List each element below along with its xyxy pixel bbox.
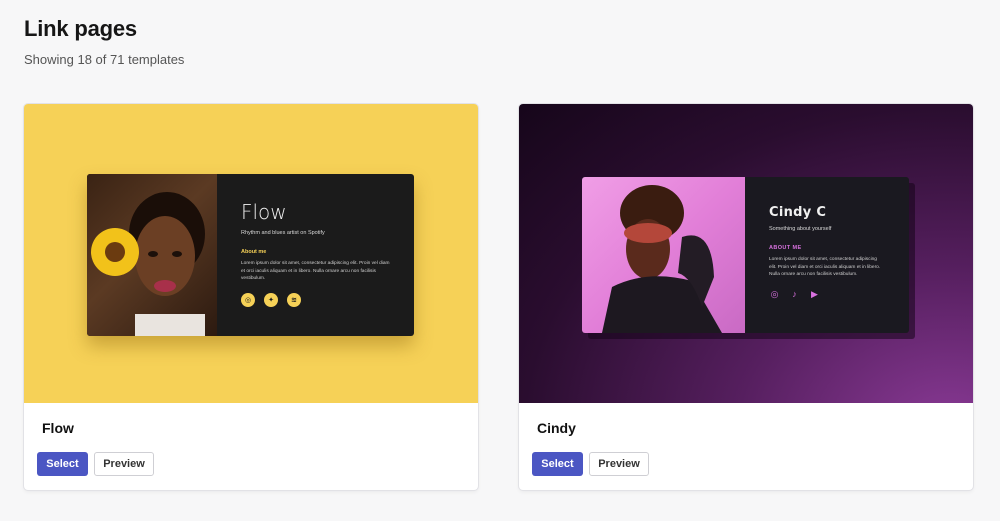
mock-body-text: Lorem ipsum dolor sit amet, consectetur …: [769, 257, 881, 278]
preview-mock-content: Cindy C Something about yourself ABOUT M…: [745, 177, 909, 333]
mock-social-icons: ◎ ✦ ≋: [241, 292, 390, 307]
results-count: Showing 18 of 71 templates: [24, 52, 185, 67]
mock-title: Cindy C: [769, 205, 827, 220]
portrait-illustration: [602, 185, 722, 333]
twitter-icon: ✦: [264, 292, 278, 307]
template-name: Cindy: [537, 420, 576, 436]
mock-tagline: Something about yourself: [769, 226, 832, 232]
portrait-illustration: [91, 192, 205, 336]
page-title: Link pages: [24, 16, 137, 41]
preview-mock-card: Flow Rhythm and blues artist on Spotify …: [87, 174, 414, 336]
page-header: Link pages Showing 18 of 71 templates: [24, 16, 184, 67]
select-button[interactable]: Select: [532, 452, 583, 476]
instagram-icon: ◎: [770, 288, 779, 299]
mock-section-heading: ABOUT ME: [769, 245, 802, 251]
instagram-icon: ◎: [241, 292, 255, 307]
template-card-cindy[interactable]: Cindy C Something about yourself ABOUT M…: [519, 104, 973, 490]
mock-social-icons: ◎ ♪ ▶: [769, 289, 885, 300]
portrait-photo: [582, 177, 745, 333]
youtube-icon: ▶: [811, 288, 818, 299]
tiktok-icon: ♪: [792, 289, 797, 300]
template-card-flow[interactable]: Flow Rhythm and blues artist on Spotify …: [24, 104, 478, 490]
preview-mock-content: Flow Rhythm and blues artist on Spotify …: [217, 174, 414, 336]
template-name: Flow: [42, 420, 74, 436]
template-thumbnail[interactable]: Cindy C Something about yourself ABOUT M…: [519, 104, 973, 403]
portrait-photo: [87, 174, 217, 336]
mock-title: Flow: [241, 200, 287, 224]
preview-button[interactable]: Preview: [589, 452, 649, 476]
preview-mock-card: Cindy C Something about yourself ABOUT M…: [582, 177, 909, 333]
template-thumbnail[interactable]: Flow Rhythm and blues artist on Spotify …: [24, 104, 478, 403]
spotify-icon: ≋: [287, 292, 301, 307]
mock-body-text: Lorem ipsum dolor sit amet, consectetur …: [241, 261, 390, 282]
mock-tagline: Rhythm and blues artist on Spotify: [241, 230, 325, 236]
select-button[interactable]: Select: [37, 452, 88, 476]
mock-section-heading: About me: [241, 249, 267, 255]
preview-button[interactable]: Preview: [94, 452, 154, 476]
